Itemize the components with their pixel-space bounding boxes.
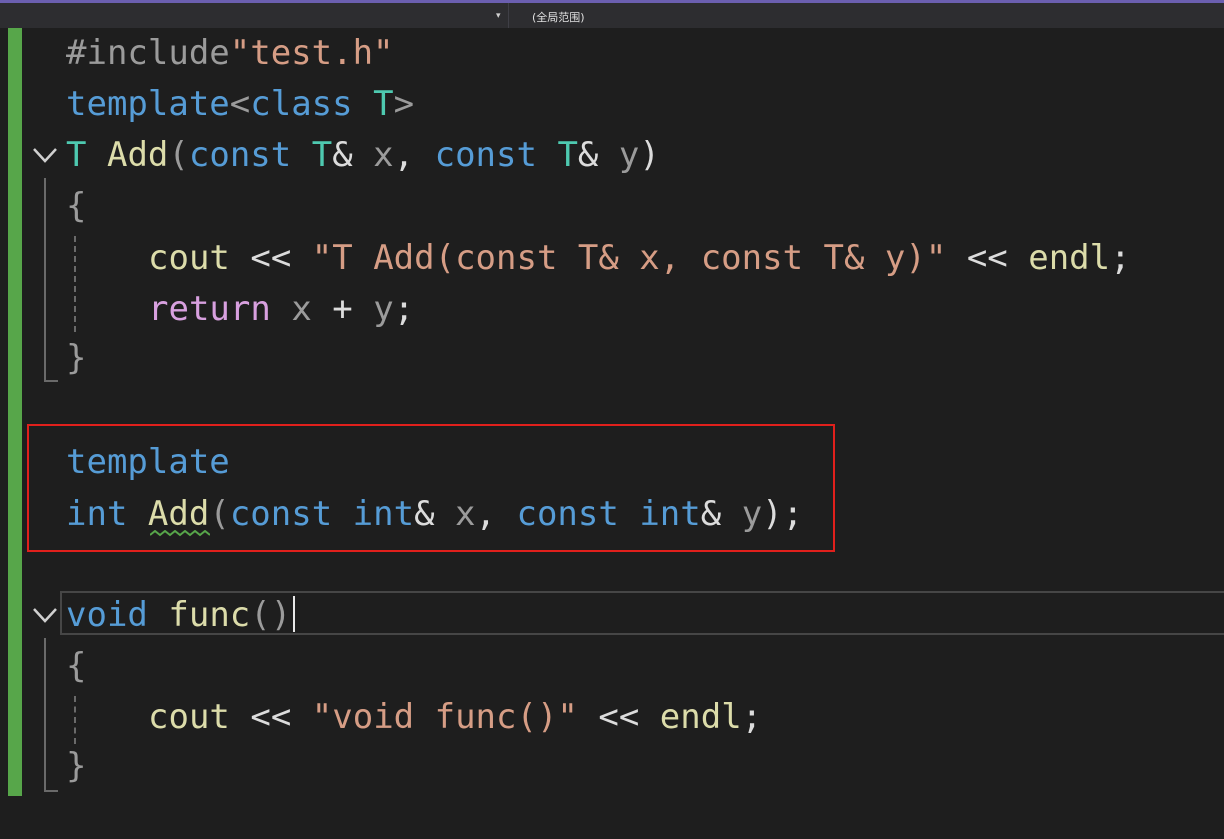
punct: > — [393, 84, 415, 124]
keyword: const — [434, 135, 537, 175]
punct: ( — [209, 494, 230, 534]
keyword: class — [250, 84, 353, 124]
punct: < — [229, 84, 251, 124]
code-line[interactable]: template<class T> — [66, 84, 414, 124]
identifier: endl — [659, 697, 742, 737]
punct: ) — [639, 135, 660, 175]
type-param: T — [373, 84, 394, 124]
punct: , — [393, 135, 435, 175]
brace: { — [66, 646, 87, 686]
identifier: endl — [1028, 238, 1111, 278]
punct: ; — [1110, 238, 1131, 278]
navigation-bar: ▾ (全局范围) — [0, 0, 1224, 28]
code-line[interactable]: cout << "void func()" << endl; — [148, 697, 762, 737]
param: y — [741, 494, 763, 534]
indent-guide — [74, 696, 76, 744]
indent-guide — [74, 236, 76, 332]
punct: ( — [168, 135, 189, 175]
param: x — [373, 135, 394, 175]
type: T — [557, 135, 578, 175]
operator: << — [946, 238, 1029, 278]
keyword-return: return — [148, 289, 271, 329]
keyword: int — [66, 494, 128, 534]
code-line[interactable]: { — [66, 186, 86, 226]
brace: } — [66, 338, 87, 378]
code-line[interactable]: cout << "T Add(const T& x, const T& y)" … — [148, 238, 1131, 278]
param: y — [618, 135, 640, 175]
punct: & — [414, 494, 456, 534]
function-name: Add — [147, 494, 210, 534]
code-line[interactable]: template — [66, 442, 230, 482]
operator: << — [229, 697, 312, 737]
keyword: int — [639, 494, 701, 534]
type: T — [66, 135, 87, 175]
code-line[interactable]: #include"test.h" — [66, 33, 394, 73]
keyword: const — [516, 494, 619, 534]
include-path: "test.h" — [229, 33, 394, 73]
code-line[interactable]: void func() — [66, 595, 291, 635]
text-caret — [293, 596, 295, 632]
identifier: cout — [148, 238, 230, 278]
brace: } — [66, 746, 87, 786]
keyword: template — [66, 442, 230, 482]
punct: ); — [762, 494, 804, 534]
keyword: void — [66, 595, 148, 635]
keyword: const — [188, 135, 292, 175]
function-name: Add — [106, 135, 169, 175]
punct: , — [475, 494, 517, 534]
param: y — [373, 289, 394, 329]
punct: ; — [393, 289, 415, 329]
code-line[interactable]: } — [66, 746, 86, 786]
punct: ; — [741, 697, 763, 737]
type: T — [311, 135, 333, 175]
identifier: cout — [148, 697, 230, 737]
keyword: const — [229, 494, 333, 534]
punct: () — [250, 595, 292, 635]
code-line[interactable]: int Add(const int& x, const int& y); — [66, 494, 803, 534]
keyword: int — [352, 494, 415, 534]
punct: & — [332, 135, 374, 175]
operator: << — [229, 238, 312, 278]
code-line[interactable]: } — [66, 338, 86, 378]
param: x — [455, 494, 476, 534]
collapse-icon[interactable] — [30, 600, 60, 630]
brace: { — [66, 186, 87, 226]
string-literal: "T Add(const T& x, const T& y)" — [311, 238, 947, 278]
outline-guide — [44, 178, 46, 382]
code-line[interactable]: { — [66, 646, 86, 686]
outline-guide-end — [44, 380, 58, 382]
scope-dropdown[interactable]: (全局范围) — [532, 9, 585, 25]
toolbar-separator — [508, 3, 509, 28]
string-literal: "void func()" — [311, 697, 578, 737]
code-line[interactable]: T Add(const T& x, const T& y) — [66, 135, 660, 175]
punct: & — [577, 135, 619, 175]
code-line[interactable]: return x + y; — [148, 289, 414, 329]
preprocessor-directive: #include — [66, 33, 230, 73]
punct: & — [700, 494, 742, 534]
operator: << — [577, 697, 660, 737]
change-tracking-bar — [8, 28, 22, 796]
warning-squiggle — [150, 530, 210, 537]
outline-guide-end — [44, 790, 58, 792]
outline-guide — [44, 638, 46, 792]
collapse-icon[interactable] — [30, 140, 60, 170]
function-name: func — [168, 595, 251, 635]
param: x — [291, 289, 312, 329]
chevron-down-icon[interactable]: ▾ — [496, 11, 501, 21]
operator: + — [311, 289, 374, 329]
keyword: template — [66, 84, 230, 124]
